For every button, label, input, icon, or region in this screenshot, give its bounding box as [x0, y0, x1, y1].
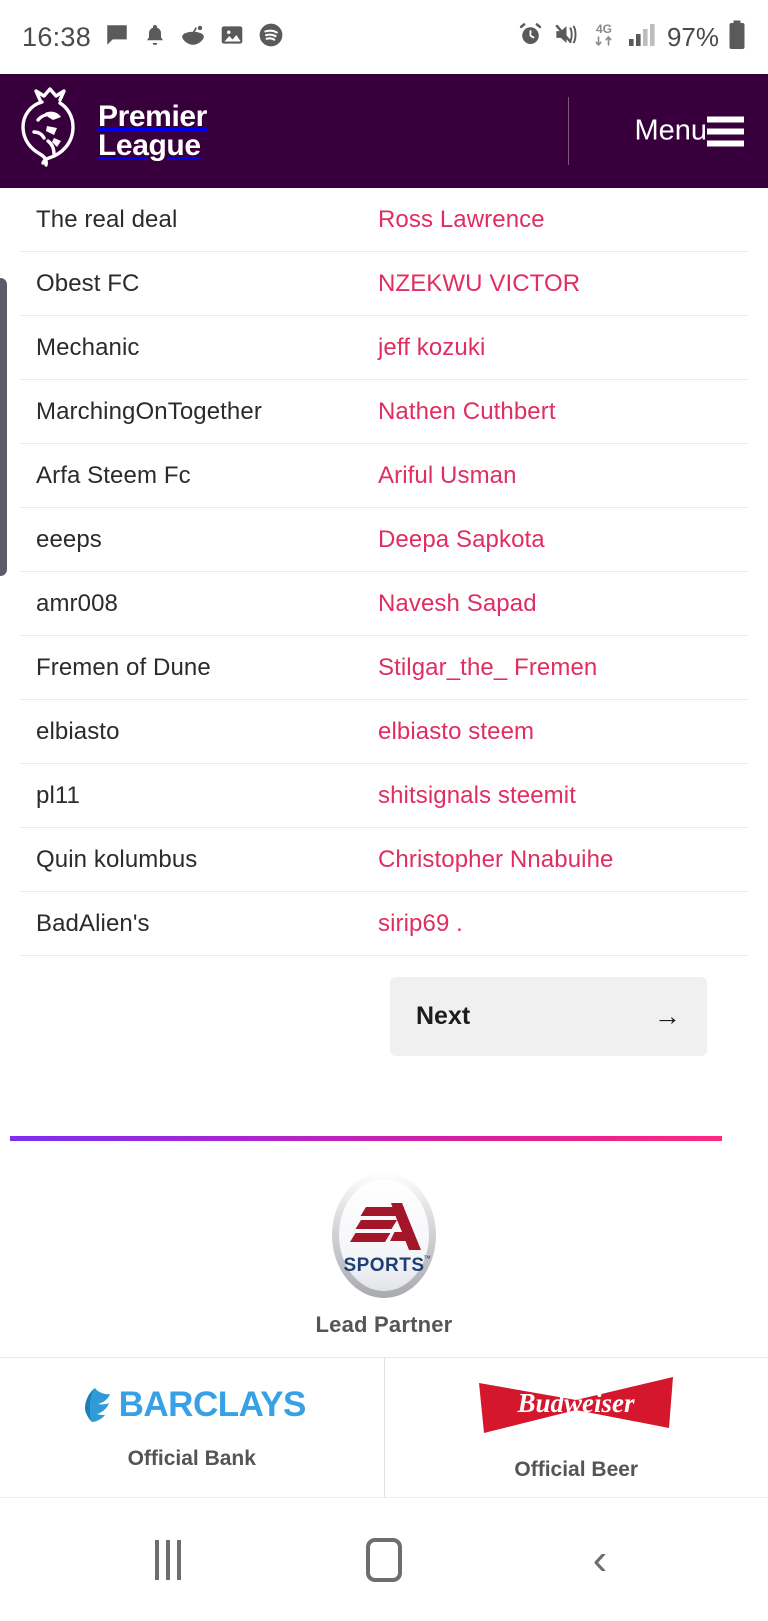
reddit-icon — [180, 22, 206, 53]
ea-sports-logo: SPORTS ™ — [330, 1170, 438, 1300]
user-name[interactable]: shitsignals steemit — [378, 782, 748, 810]
team-name: The real deal — [36, 205, 178, 233]
table-row[interactable]: eeeps Deepa Sapkota — [20, 508, 748, 572]
table-row[interactable]: MarchingOnTogether Nathen Cuthbert — [20, 380, 748, 444]
svg-text:SPORTS: SPORTS — [343, 1255, 424, 1276]
next-button-label: Next — [416, 1002, 471, 1030]
status-bar-left: 16:38 — [22, 22, 284, 53]
team-name: BadAlien's — [36, 909, 150, 937]
team-name: Arfa Steem Fc — [36, 461, 191, 489]
home-icon — [366, 1537, 402, 1582]
table-row[interactable]: BadAlien's sirip69 . — [20, 892, 748, 956]
back-chevron-icon: ‹ — [592, 1534, 608, 1584]
android-nav-bar: ‹ — [0, 1497, 768, 1621]
data-transfer-icon: 4G — [589, 20, 619, 54]
back-button[interactable]: ‹ — [540, 1520, 660, 1600]
user-name[interactable]: Christopher Nnabuihe — [378, 846, 748, 874]
table-row[interactable]: Obest FC NZEKWU VICTOR — [20, 252, 748, 316]
premier-league-logo[interactable]: Premier League — [14, 86, 207, 176]
barclays-wordmark: BARCLAYS — [118, 1384, 307, 1424]
team-name: amr008 — [36, 589, 118, 617]
team-name: pl11 — [36, 781, 80, 809]
battery-percent-label: 97% — [666, 21, 719, 52]
table-row[interactable]: elbiasto elbiasto steem — [20, 700, 748, 764]
recents-icon — [155, 1539, 181, 1580]
barclays-logo: BARCLAYS — [78, 1385, 306, 1425]
spotify-icon — [258, 22, 284, 53]
arrow-right-icon: → — [654, 1001, 681, 1031]
home-button[interactable] — [324, 1520, 444, 1600]
next-button[interactable]: Next → — [390, 977, 707, 1056]
message-icon — [104, 22, 130, 53]
team-name: Obest FC — [36, 269, 140, 297]
leaderboard-table: The real deal Ross Lawrence Obest FC NZE… — [0, 188, 768, 956]
table-row[interactable]: Fremen of Dune Stilgar_the_ Fremen — [20, 636, 748, 700]
budweiser-logo: Budweiser — [476, 1374, 676, 1436]
partner-row: BARCLAYS Official Bank Budweiser Officia… — [0, 1357, 768, 1497]
pagination-controls: Next → — [0, 977, 768, 1056]
team-name: Fremen of Dune — [36, 653, 211, 681]
user-name[interactable]: Nathen Cuthbert — [378, 398, 748, 426]
phone-screen: 16:38 4G 97% Premier League Menu The rea… — [0, 0, 768, 1621]
user-name[interactable]: NZEKWU VICTOR — [378, 270, 748, 298]
recents-button[interactable] — [108, 1520, 228, 1600]
vertical-scrollbar[interactable] — [0, 278, 7, 576]
user-name[interactable]: Deepa Sapkota — [378, 526, 748, 554]
team-name: MarchingOnTogether — [36, 397, 262, 425]
user-name[interactable]: elbiasto steem — [378, 718, 748, 746]
team-name: eeeps — [36, 525, 102, 553]
gallery-icon — [219, 22, 245, 53]
status-bar-right: 4G 97% — [517, 20, 746, 55]
hamburger-icon — [707, 116, 744, 146]
mute-vibrate-icon — [553, 21, 580, 53]
lead-partner-block[interactable]: SPORTS ™ Lead Partner — [0, 1141, 768, 1338]
signal-bars-icon — [628, 22, 656, 53]
pl-wordmark-line1: Premier — [98, 99, 207, 133]
bell-icon — [143, 22, 167, 53]
svg-text:Budweiser: Budweiser — [517, 1388, 636, 1418]
pl-lion-icon — [14, 86, 88, 176]
alarm-icon — [517, 21, 544, 53]
partner-barclays[interactable]: BARCLAYS Official Bank — [0, 1358, 385, 1497]
pl-wordmark: Premier League — [98, 99, 207, 162]
lead-partner-caption: Lead Partner — [315, 1312, 453, 1337]
table-row[interactable]: Arfa Steem Fc Ariful Usman — [20, 444, 748, 508]
status-bar: 16:38 4G 97% — [0, 0, 768, 74]
user-name[interactable]: Ross Lawrence — [378, 206, 748, 234]
team-name: Quin kolumbus — [36, 845, 198, 873]
menu-label: Menu — [634, 114, 707, 147]
site-header: Premier League Menu — [0, 74, 768, 188]
battery-icon — [728, 20, 746, 55]
table-row[interactable]: Quin kolumbus Christopher Nnabuihe — [20, 828, 748, 892]
table-row[interactable]: Mechanic jeff kozuki — [20, 316, 748, 380]
table-row[interactable]: The real deal Ross Lawrence — [20, 188, 748, 252]
barclays-caption: Official Bank — [127, 1446, 256, 1470]
team-name: Mechanic — [36, 333, 140, 361]
table-row[interactable]: pl11 shitsignals steemit — [20, 764, 748, 828]
user-name[interactable]: Stilgar_the_ Fremen — [378, 654, 748, 682]
table-row[interactable]: amr008 Navesh Sapad — [20, 572, 748, 636]
status-clock: 16:38 — [22, 21, 92, 52]
menu-button[interactable]: Menu — [634, 115, 744, 148]
svg-text:4G: 4G — [596, 22, 612, 36]
team-name: elbiasto — [36, 717, 120, 745]
site-footer: SPORTS ™ Lead Partner BARCLAYS Official … — [0, 1141, 768, 1497]
user-name[interactable]: jeff kozuki — [378, 334, 748, 362]
budweiser-caption: Official Beer — [514, 1457, 639, 1481]
barclays-eagle-icon — [84, 1387, 110, 1422]
header-divider — [568, 97, 569, 165]
svg-text:™: ™ — [423, 1254, 431, 1263]
pl-wordmark-line2: League — [98, 129, 201, 162]
user-name[interactable]: Navesh Sapad — [378, 590, 748, 618]
user-name[interactable]: sirip69 . — [378, 910, 748, 938]
partner-budweiser[interactable]: Budweiser Official Beer — [385, 1358, 768, 1497]
user-name[interactable]: Ariful Usman — [378, 462, 748, 490]
